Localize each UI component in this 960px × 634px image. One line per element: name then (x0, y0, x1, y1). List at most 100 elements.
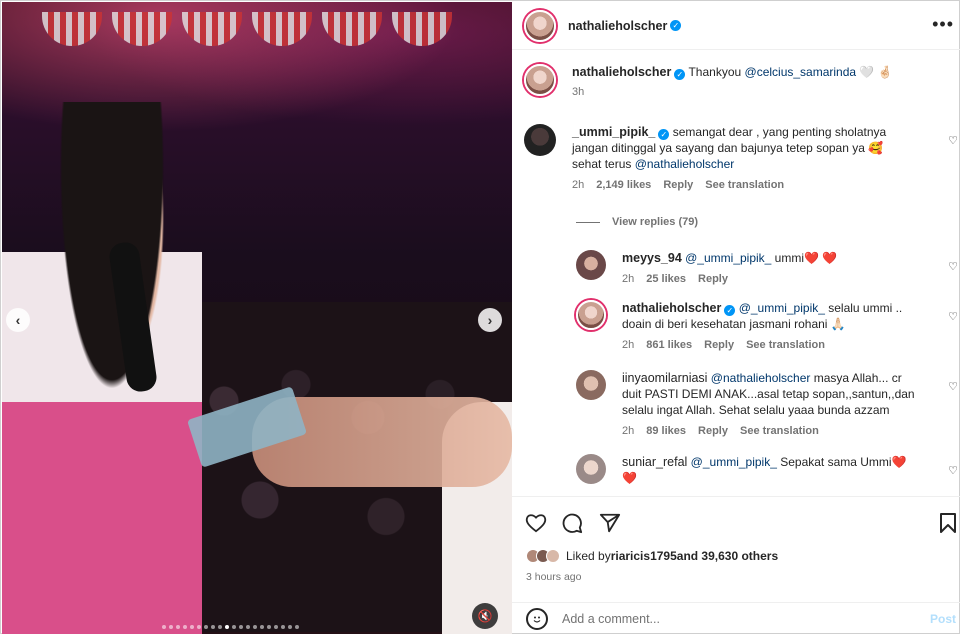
slide-dot (197, 625, 201, 629)
next-slide-button[interactable]: › (478, 308, 502, 332)
divider (576, 221, 600, 223)
save-button[interactable] (936, 511, 960, 535)
liked-by-prefix: Liked by (566, 549, 611, 563)
slide-dot (211, 625, 215, 629)
reply-mention[interactable]: @_ummi_pipik_ (691, 455, 777, 469)
avatar[interactable] (576, 250, 606, 280)
heart-icon[interactable]: ♡ (948, 464, 958, 477)
slide-dot (225, 625, 229, 629)
avatar[interactable] (576, 300, 606, 330)
avatar[interactable] (524, 124, 556, 156)
avatar[interactable] (524, 64, 556, 96)
verified-icon: ✓ (674, 69, 686, 80)
likes-summary[interactable]: Liked by riaricis1795 and 39,630 others (526, 549, 778, 563)
caption-username[interactable]: nathalieholscher (572, 65, 671, 79)
reply-username[interactable]: iinyaomilarniasi (622, 371, 707, 385)
avatar[interactable] (576, 454, 606, 484)
caption-time[interactable]: 3h (572, 86, 584, 98)
reply-button[interactable]: Reply (698, 273, 728, 285)
more-options-icon[interactable]: ••• (932, 14, 954, 35)
reply-likes[interactable]: 89 likes (646, 425, 686, 437)
reply-text: suniar_refal @_ummi_pipik_ Sepakat sama … (622, 454, 932, 486)
slide-dot (183, 625, 187, 629)
reply-time[interactable]: 2h (622, 425, 634, 437)
reply-mention[interactable]: @_ummi_pipik_ (739, 301, 825, 315)
reply-text: meyys_94 @_ummi_pipik_ ummi❤️ ❤️ (622, 250, 932, 266)
slide-dot (176, 625, 180, 629)
reply-text: nathalieholscher ✓ @_ummi_pipik_ selalu u… (622, 300, 932, 332)
post-timestamp[interactable]: 3 hours ago (526, 571, 581, 583)
reply-mention[interactable]: @nathalieholscher (711, 371, 811, 385)
reply-username[interactable]: suniar_refal (622, 455, 687, 469)
comment-username[interactable]: _ummi_pipik_ (572, 125, 655, 139)
share-button[interactable] (598, 511, 622, 535)
reply-body: Sepakat sama Ummi❤️ (776, 455, 907, 469)
chevron-right-icon: › (487, 312, 493, 328)
comment-text: _ummi_pipik_ ✓ semangat dear , yang penti… (572, 124, 932, 172)
slide-dot (295, 625, 299, 629)
like-button[interactable] (524, 511, 548, 535)
reply-mention[interactable]: @_ummi_pipik_ (685, 251, 771, 265)
comment-mention[interactable]: @nathalieholscher (635, 157, 735, 171)
see-translation-button[interactable]: See translation (705, 179, 784, 191)
comment-line: semangat dear , yang penting sholatnya (672, 125, 887, 139)
slide-dot (267, 625, 271, 629)
smiley-face-icon (533, 616, 541, 623)
avatar[interactable] (524, 9, 556, 42)
reply: suniar_refal @_ummi_pipik_ Sepakat sama … (576, 454, 960, 486)
heart-icon[interactable]: ♡ (948, 380, 958, 393)
slide-dot (281, 625, 285, 629)
view-replies-button[interactable]: View replies (79) (576, 216, 698, 228)
reply-username[interactable]: nathalieholscher (622, 301, 721, 315)
see-translation-button[interactable]: See translation (740, 425, 819, 437)
reply-body: selalu ingat Allah. Sehat selalu yaaa bu… (622, 403, 890, 417)
view-replies-label: View replies (79) (612, 216, 699, 228)
reply-button[interactable]: Reply (704, 339, 734, 351)
comment-input[interactable] (562, 611, 902, 626)
caption-body: Thankyou (688, 65, 745, 79)
heart-icon[interactable]: ♡ (948, 260, 958, 273)
reply-text: iinyaomilarniasi @nathalieholscher masya… (622, 370, 942, 418)
slide-dot (274, 625, 278, 629)
reply-time[interactable]: 2h (622, 273, 634, 285)
post-media[interactable]: ‹ › 🔇 (2, 2, 512, 634)
heart-icon[interactable]: ♡ (948, 134, 958, 147)
verified-icon: ✓ (658, 129, 670, 140)
comments-list[interactable]: nathalieholscher ✓ Thankyou @celcius_sama… (512, 52, 960, 496)
performer (2, 102, 202, 634)
reply-likes[interactable]: 861 likes (646, 339, 692, 351)
post-button[interactable]: Post (930, 612, 956, 626)
prev-slide-button[interactable]: ‹ (6, 308, 30, 332)
comment-line: sehat terus (572, 157, 635, 171)
bookmark-icon (940, 513, 956, 533)
mute-button[interactable]: 🔇 (472, 603, 498, 629)
likes-count[interactable]: and 39,630 others (677, 549, 778, 563)
slide-dot (253, 625, 257, 629)
smiley-icon[interactable] (526, 607, 548, 630)
slide-dot (162, 625, 166, 629)
reply-likes[interactable]: 25 likes (646, 273, 686, 285)
action-bar: Liked by riaricis1795 and 39,630 others … (512, 496, 960, 586)
avatar[interactable] (576, 370, 606, 400)
see-translation-button[interactable]: See translation (746, 339, 825, 351)
caption-mention[interactable]: @celcius_samarinda (745, 65, 857, 79)
comment-likes[interactable]: 2,149 likes (596, 179, 651, 191)
comment-time[interactable]: 2h (572, 179, 584, 191)
slide-dot (288, 625, 292, 629)
slide-dot (260, 625, 264, 629)
slide-dot (218, 625, 222, 629)
liked-by-user[interactable]: riaricis1795 (611, 549, 677, 563)
caption-text: nathalieholscher ✓ Thankyou @celcius_sama… (572, 64, 942, 80)
reply-time[interactable]: 2h (622, 339, 634, 351)
comment: _ummi_pipik_ ✓ semangat dear , yang penti… (524, 124, 960, 191)
reply-button[interactable]: Reply (698, 425, 728, 437)
chevron-left-icon: ‹ (15, 312, 21, 328)
header-username[interactable]: nathalieholscher (568, 19, 667, 33)
send-icon (599, 513, 621, 533)
comment-button[interactable] (560, 511, 584, 535)
heart-icon[interactable]: ♡ (948, 310, 958, 323)
reply-button[interactable]: Reply (663, 179, 693, 191)
slide-dot (190, 625, 194, 629)
reply-username[interactable]: meyys_94 (622, 251, 682, 265)
reply-meta: 2h 25 likes Reply (622, 273, 932, 285)
